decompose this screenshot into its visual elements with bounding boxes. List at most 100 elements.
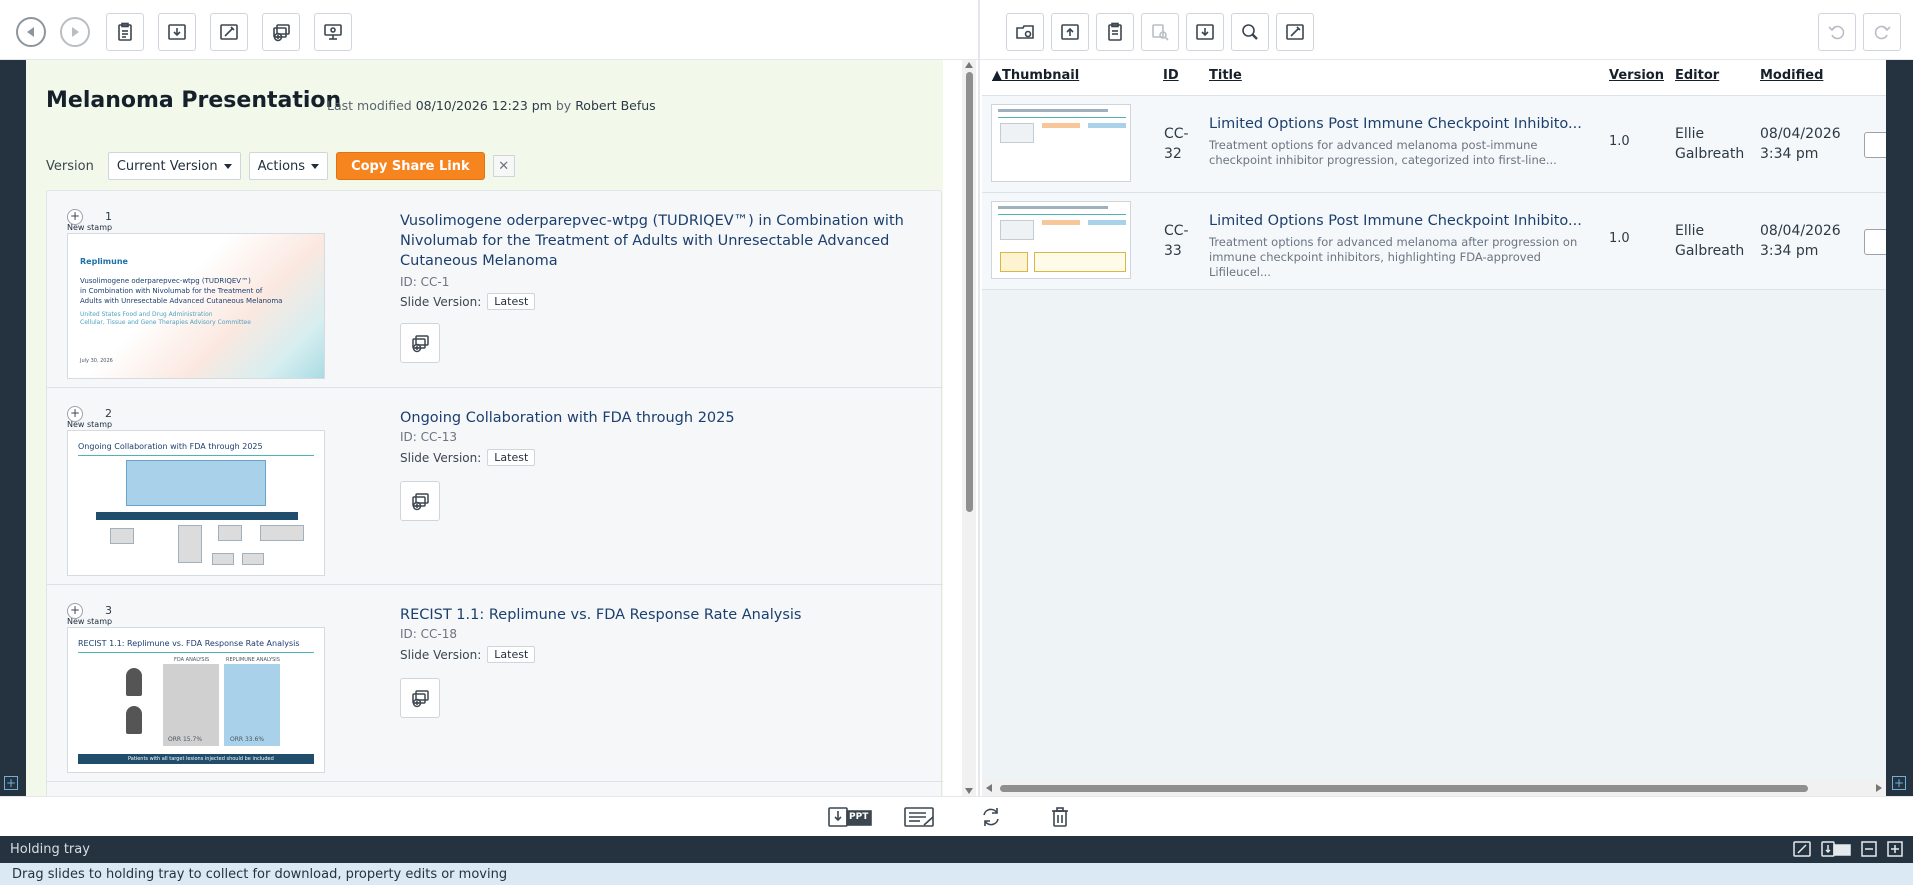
- edit-properties-button[interactable]: [210, 13, 248, 51]
- thumb-brand: Replimune: [80, 257, 128, 266]
- library-panel: ▲Thumbnail ID Title Version Editor Modif…: [982, 60, 1886, 780]
- forward-button[interactable]: [60, 17, 90, 47]
- panel-divider[interactable]: [978, 0, 980, 796]
- search-button[interactable]: [1231, 13, 1269, 51]
- add-slides-button[interactable]: [262, 13, 300, 51]
- version-badge: Latest: [487, 293, 536, 310]
- column-title[interactable]: Title: [1209, 68, 1242, 83]
- slide-thumbnail[interactable]: Replimune Vusolimogene oderparepvec-wtpg…: [67, 233, 325, 379]
- row-id: CC- 33: [1164, 223, 1189, 259]
- row-title[interactable]: Limited Options Post Immune Checkpoint I…: [1209, 213, 1594, 229]
- presentation-panel: Melanoma Presentation Last modified 08/1…: [26, 60, 943, 796]
- page-title: Melanoma Presentation: [46, 88, 342, 113]
- scroll-left-icon[interactable]: [986, 784, 992, 792]
- slide-list: + 1 New stamp Replimune Vusolimogene ode…: [46, 190, 943, 796]
- scroll-down-icon[interactable]: [965, 788, 973, 794]
- download-icon: [1196, 24, 1214, 40]
- slide-item[interactable]: + 3 New stamp RECIST 1.1: Replimune vs. …: [47, 585, 943, 782]
- expand-icon[interactable]: [1887, 841, 1903, 857]
- scroll-up-icon[interactable]: [965, 62, 973, 68]
- download-ppt-button[interactable]: PPT: [828, 805, 872, 829]
- scrollbar-thumb[interactable]: [1000, 785, 1808, 792]
- expand-right-icon[interactable]: +: [1892, 776, 1906, 790]
- holding-tray-header[interactable]: Holding tray: [0, 836, 1913, 863]
- table-row[interactable]: CC- 33 Limited Options Post Immune Check…: [982, 193, 1886, 290]
- slide-thumbnail[interactable]: Ongoing Collaboration with FDA through 2…: [67, 430, 325, 576]
- library-hscrollbar[interactable]: [982, 780, 1886, 796]
- slide-title[interactable]: RECIST 1.1: Replimune vs. FDA Response R…: [400, 605, 920, 625]
- slide-title[interactable]: Vusolimogene oderparepvec-wtpg (TUDRIQEV…: [400, 211, 920, 271]
- delete-button[interactable]: [1049, 805, 1071, 829]
- slide-versions-button[interactable]: [400, 678, 440, 718]
- bottom-action-bar: PPT: [0, 796, 1913, 836]
- bulk-edit-button[interactable]: [904, 805, 936, 829]
- tray-edit-icon[interactable]: [1793, 841, 1811, 857]
- slide-item[interactable]: + 1 New stamp Replimune Vusolimogene ode…: [47, 191, 943, 388]
- chevron-down-icon: [311, 163, 320, 169]
- clipboard-button[interactable]: [106, 13, 144, 51]
- row-thumbnail[interactable]: [991, 201, 1131, 279]
- slide-version: Slide Version: Latest: [400, 646, 536, 663]
- slide-id: ID: CC-1: [400, 275, 450, 289]
- scrollbar-thumb[interactable]: [966, 72, 973, 512]
- current-version-dropdown[interactable]: Current Version: [107, 152, 241, 180]
- upload-button[interactable]: [1051, 13, 1089, 51]
- slide-version: Slide Version: Latest: [400, 293, 536, 310]
- row-modified: 08/04/2026 3:34 pm: [1760, 126, 1841, 162]
- row-thumbnail[interactable]: [991, 104, 1131, 182]
- clipboard-icon: [1108, 22, 1122, 41]
- slide-item[interactable]: + 2 New stamp Ongoing Collaboration with…: [47, 388, 943, 585]
- column-id[interactable]: ID: [1163, 68, 1179, 83]
- tray-actions: [1793, 841, 1903, 857]
- slide-number: 1: [105, 210, 112, 223]
- copy-share-link-button[interactable]: Copy Share Link: [336, 152, 485, 180]
- row-editor: Ellie Galbreath: [1675, 223, 1745, 259]
- row-version: 1.0: [1609, 134, 1630, 149]
- refresh-button[interactable]: [979, 805, 1003, 829]
- right-rail: +: [1886, 60, 1913, 796]
- holding-tray-dropzone[interactable]: Drag slides to holding tray to collect f…: [0, 863, 1913, 885]
- column-version[interactable]: Version: [1609, 68, 1664, 83]
- column-thumbnail[interactable]: ▲Thumbnail: [992, 68, 1079, 83]
- undo-icon: [1828, 25, 1845, 40]
- column-modified[interactable]: Modified: [1760, 68, 1823, 83]
- expand-left-icon[interactable]: +: [4, 776, 18, 790]
- edit-row-icon[interactable]: [1864, 229, 1886, 255]
- version-badge: Latest: [487, 449, 536, 466]
- download-icon: [168, 24, 186, 40]
- clipboard-icon: [118, 22, 132, 41]
- slide-stamp: New stamp: [67, 223, 113, 232]
- collapse-icon[interactable]: [1861, 841, 1877, 857]
- slide-title[interactable]: Ongoing Collaboration with FDA through 2…: [400, 408, 920, 428]
- library-download-button[interactable]: [1186, 13, 1224, 51]
- row-title[interactable]: Limited Options Post Immune Checkpoint I…: [1209, 116, 1594, 132]
- tray-download-ppt-icon[interactable]: [1821, 841, 1851, 857]
- slide-thumbnail[interactable]: RECIST 1.1: Replimune vs. FDA Response R…: [67, 627, 325, 773]
- chevron-down-icon: [223, 163, 232, 169]
- edit-pencil-icon: [220, 24, 238, 40]
- add-slides-icon: [412, 335, 429, 353]
- add-slides-icon: [412, 690, 429, 708]
- column-editor[interactable]: Editor: [1675, 68, 1719, 83]
- add-slides-icon: [412, 493, 429, 511]
- scroll-right-icon[interactable]: [1876, 784, 1882, 792]
- edit-row-icon[interactable]: [1864, 132, 1886, 158]
- version-label: Version: [46, 158, 94, 174]
- present-button[interactable]: [314, 13, 352, 51]
- undo-button[interactable]: [1818, 13, 1856, 51]
- library-edit-button[interactable]: [1276, 13, 1314, 51]
- find-similar-button[interactable]: [1141, 13, 1179, 51]
- redo-button[interactable]: [1863, 13, 1901, 51]
- back-button[interactable]: [16, 17, 46, 47]
- folder-view-button[interactable]: [1006, 13, 1044, 51]
- slide-stamp: New stamp: [67, 420, 113, 429]
- close-icon[interactable]: ✕: [492, 155, 515, 177]
- library-clipboard-button[interactable]: [1096, 13, 1134, 51]
- slide-versions-button[interactable]: [400, 323, 440, 363]
- left-toolbar: [0, 0, 978, 60]
- slide-versions-button[interactable]: [400, 481, 440, 521]
- actions-dropdown[interactable]: Actions: [248, 152, 329, 180]
- slide-list-scrollbar[interactable]: [962, 60, 976, 796]
- download-button[interactable]: [158, 13, 196, 51]
- table-row[interactable]: CC- 32 Limited Options Post Immune Check…: [982, 96, 1886, 193]
